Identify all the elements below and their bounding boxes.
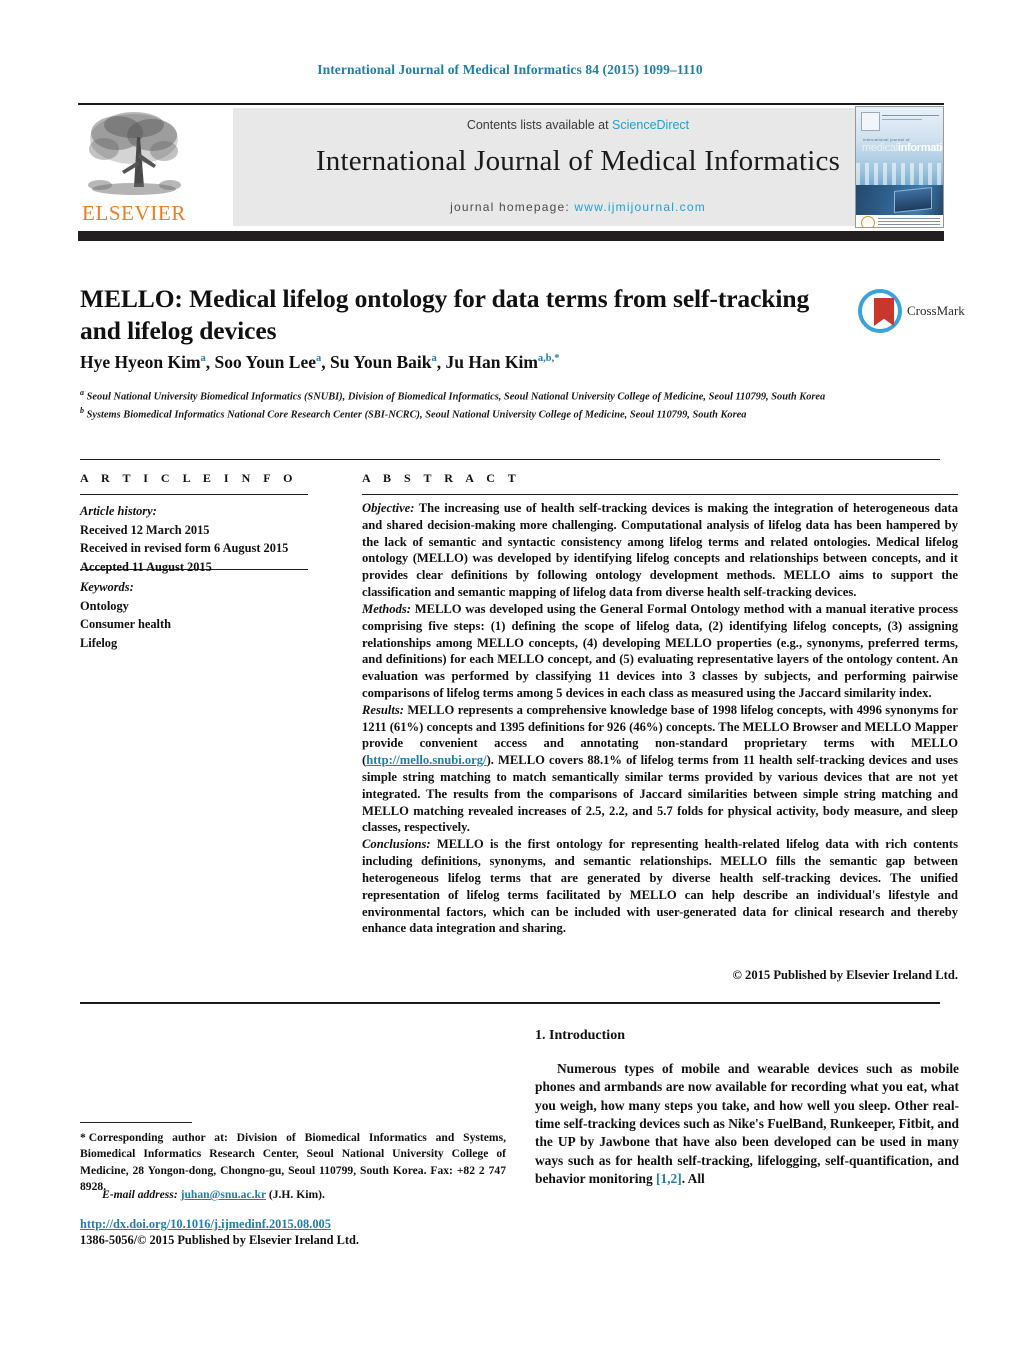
corresponding-author-note: * Corresponding author at: Division of Bi…: [80, 1130, 506, 1196]
keyword-item: Lifelog: [80, 635, 118, 650]
methods-label: Methods:: [362, 601, 411, 616]
affiliation-b-text: Systems Biomedical Informatics National …: [86, 409, 747, 421]
history-item: Received in revised form 6 August 2015: [80, 541, 289, 556]
abstract-rule: [362, 494, 958, 495]
article-info-heading: A R T I C L E I N F O: [80, 471, 298, 485]
keywords-label: Keywords:: [80, 580, 134, 594]
journal-masthead: ELSEVIER Contents lists available at Sci…: [78, 103, 944, 229]
contents-available-line: Contents lists available at ScienceDirec…: [233, 118, 923, 132]
affiliations: a Seoul National University Biomedical I…: [80, 387, 910, 422]
abstract-objective: Objective: The increasing use of health …: [362, 500, 958, 601]
cover-screen: [894, 187, 932, 213]
article-history-label: Article history:: [80, 504, 157, 518]
elsevier-tree-icon: [88, 112, 181, 195]
journal-title: International Journal of Medical Informa…: [315, 145, 841, 177]
footnote-star: *: [80, 1131, 86, 1144]
cover-logo-box: [861, 112, 880, 131]
cover-title-bold: informatics: [897, 142, 943, 154]
abstract-methods: Methods: MELLO was developed using the G…: [362, 601, 958, 702]
cover-strip: [856, 163, 943, 185]
contents-prefix: Contents lists available at: [466, 118, 613, 132]
cover-seal-icon: [861, 216, 875, 227]
cover-footer: [856, 215, 943, 227]
citation-ref[interactable]: [1,2]: [656, 1171, 682, 1186]
journal-cover-thumbnail: international journal of medicalinformat…: [855, 106, 944, 228]
sciencedirect-link[interactable]: ScienceDirect: [612, 118, 689, 132]
section-rule-bottom: [80, 1002, 940, 1004]
journal-article-page: International Journal of Medical Informa…: [0, 0, 1020, 1351]
conclusions-label: Conclusions:: [362, 837, 431, 852]
section-rule-top: [80, 459, 940, 460]
affiliation-b: b Systems Biomedical Informatics Nationa…: [80, 405, 747, 421]
history-item: Accepted 11 August 2015: [80, 559, 212, 574]
affiliation-a: a Seoul National University Biomedical I…: [80, 388, 826, 403]
introduction-heading: 1. Introduction: [535, 1028, 625, 1043]
objective-label: Objective:: [362, 501, 415, 515]
abstract-copyright: © 2015 Published by Elsevier Ireland Ltd…: [732, 968, 958, 982]
intro-text-end: . All: [681, 1171, 705, 1187]
mello-url-link[interactable]: http://mello.snubi.org/: [366, 753, 486, 767]
crossmark-label: CrossMark: [907, 303, 965, 318]
keyword-item: Consumer health: [80, 617, 171, 632]
email-label: E-mail address:: [102, 1188, 178, 1201]
email-owner: (J.H. Kim).: [268, 1188, 325, 1201]
footnote-rule: [80, 1122, 192, 1123]
email-line: E-mail address: juhan@snu.ac.kr (J.H. Ki…: [80, 1188, 506, 1201]
issn-copyright: 1386-5056/© 2015 Published by Elsevier I…: [80, 1233, 360, 1247]
crossmark-badge[interactable]: CrossMark: [858, 289, 965, 337]
abstract-results: Results: MELLO represents a comprehensiv…: [362, 702, 958, 837]
cover-rule-2: [882, 119, 922, 120]
introduction-paragraph: Numerous types of mobile and wearable de…: [535, 1060, 959, 1189]
abstract-body: Objective: The increasing use of health …: [362, 500, 958, 937]
abstract-conclusions: Conclusions: MELLO is the first ontology…: [362, 836, 958, 937]
email-link[interactable]: juhan@snu.ac.kr: [181, 1188, 266, 1201]
cover-title-main: medicalinformatics: [862, 142, 943, 154]
elsevier-wordmark: ELSEVIER: [82, 201, 186, 225]
elsevier-logo: ELSEVIER: [78, 107, 190, 229]
results-label: Results:: [362, 702, 404, 717]
info-rule-1: [80, 494, 308, 495]
intro-text: Numerous types of mobile and wearable de…: [535, 1061, 959, 1187]
conclusions-text: MELLO is the first ontology for represen…: [362, 837, 958, 936]
crossmark-bookmark-icon: [874, 298, 894, 326]
affiliation-a-text: Seoul National University Biomedical Inf…: [86, 391, 826, 403]
masthead-bottom-bar: [78, 231, 944, 241]
homepage-prefix: journal homepage:: [450, 200, 575, 214]
masthead-top-rule: [78, 103, 944, 105]
cover-title-light: medical: [862, 142, 898, 154]
doi-link[interactable]: http://dx.doi.org/10.1016/j.ijmedinf.201…: [80, 1217, 331, 1232]
abstract-heading: A B S T R A C T: [362, 471, 521, 485]
author-list: Hye Hyeon Kima, Soo Youn Leea, Su Youn B…: [80, 352, 560, 372]
article-history: Article history: Received 12 March 2015 …: [80, 502, 330, 576]
running-head: International Journal of Medical Informa…: [317, 62, 703, 77]
cover-rule-1: [882, 115, 939, 116]
keyword-item: Ontology: [80, 598, 129, 613]
corresponding-author-text: Corresponding author at: Division of Bio…: [80, 1131, 506, 1194]
objective-text: The increasing use of health self-tracki…: [362, 501, 958, 600]
masthead-band: Contents lists available at ScienceDirec…: [233, 108, 923, 226]
page-title: MELLO: Medical lifelog ontology for data…: [80, 284, 810, 346]
cover-barlines: [878, 218, 940, 227]
homepage-url-link[interactable]: www.ijmijournal.com: [574, 200, 706, 214]
journal-homepage-line: journal homepage: www.ijmijournal.com: [233, 200, 923, 214]
methods-text: MELLO was developed using the General Fo…: [362, 601, 958, 700]
crossmark-circle-icon: [858, 289, 902, 333]
history-item: Received 12 March 2015: [80, 522, 210, 537]
keywords-block: Keywords: Ontology Consumer health Lifel…: [80, 578, 330, 652]
